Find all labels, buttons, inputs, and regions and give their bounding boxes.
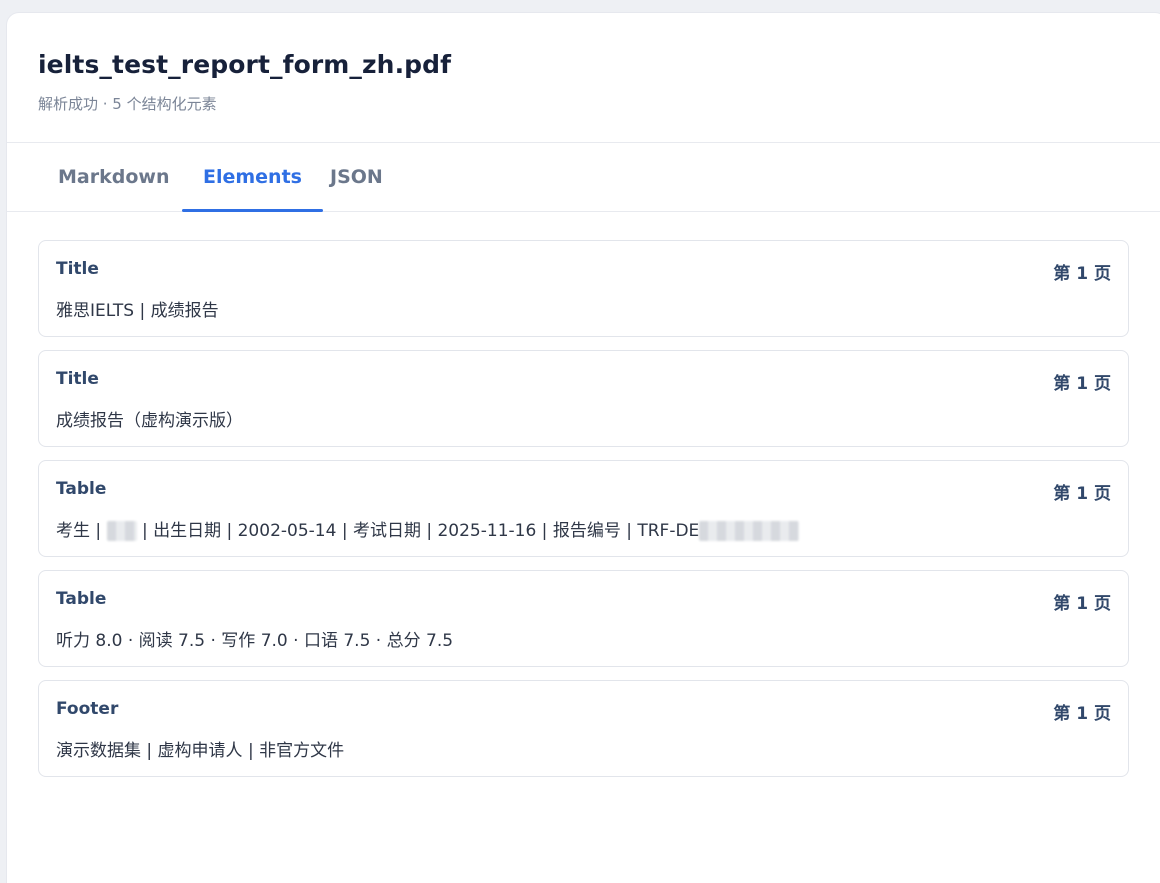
element-type-label: Title [56,259,99,279]
element-card[interactable]: Footer 第 1 页 演示数据集 | 虚构申请人 | 非官方文件 [38,680,1129,777]
element-page-label: 第 1 页 [1053,484,1111,504]
view-tabs: Markdown Elements JSON [7,143,1160,212]
element-text: 雅思IELTS | 成绩报告 [56,301,219,321]
redacted-id-block [699,521,800,541]
element-type-label: Title [56,369,99,389]
element-text: 演示数据集 | 虚构申请人 | 非官方文件 [56,741,345,761]
element-card[interactable]: Table 第 1 页 考生 | | 出生日期 | 2002-05-14 | 考… [38,460,1129,557]
document-panel: ielts_test_report_form_zh.pdf 解析成功 · 5 个… [7,13,1160,883]
elements-list: Title 第 1 页 雅思IELTS | 成绩报告 Title 第 1 页 成… [38,240,1129,790]
element-card[interactable]: Title 第 1 页 雅思IELTS | 成绩报告 [38,240,1129,337]
element-type-label: Footer [56,699,119,719]
element-page-label: 第 1 页 [1053,264,1111,284]
document-header: ielts_test_report_form_zh.pdf 解析成功 · 5 个… [7,13,1160,143]
element-type-label: Table [56,479,107,499]
element-type-label: Table [56,589,107,609]
element-card[interactable]: Table 第 1 页 听力 8.0 · 阅读 7.5 · 写作 7.0 · 口… [38,570,1129,667]
element-text: 成绩报告（虚构演示版） [56,411,243,431]
tab-json[interactable]: JSON [330,143,383,211]
element-text-segment: | 出生日期 | 2002-05-14 | 考试日期 | 2025-11-16 … [136,521,700,541]
element-page-label: 第 1 页 [1053,594,1111,614]
element-card[interactable]: Title 第 1 页 成绩报告（虚构演示版） [38,350,1129,447]
tab-markdown[interactable]: Markdown [58,143,169,211]
parse-status-text: 解析成功 · 5 个结构化元素 [38,95,217,113]
element-page-label: 第 1 页 [1053,704,1111,724]
redacted-name-block [106,521,137,541]
element-text: 考生 | | 出生日期 | 2002-05-14 | 考试日期 | 2025-1… [56,516,800,541]
file-name-title: ielts_test_report_form_zh.pdf [38,50,452,79]
tab-elements[interactable]: Elements [182,143,323,212]
element-text: 听力 8.0 · 阅读 7.5 · 写作 7.0 · 口语 7.5 · 总分 7… [56,631,454,651]
element-page-label: 第 1 页 [1053,374,1111,394]
element-text-segment: 考生 | [56,521,107,541]
